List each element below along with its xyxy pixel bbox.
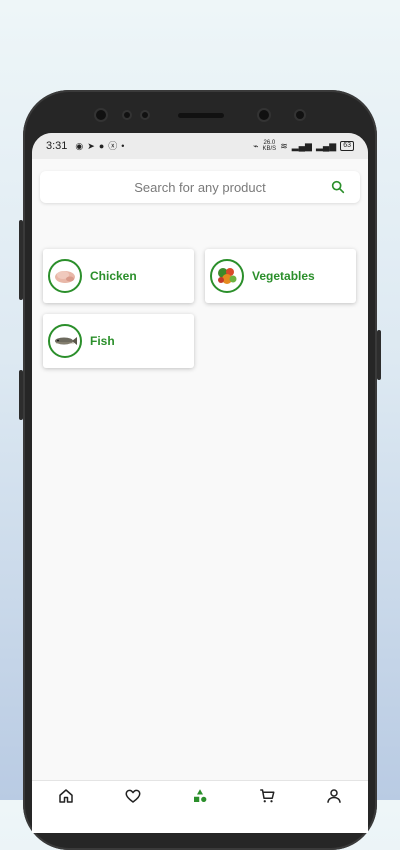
sensor: [142, 112, 148, 118]
profile-icon: [327, 789, 342, 803]
search-icon[interactable]: [330, 179, 346, 195]
signal-icon: ▂▄▆: [291, 140, 312, 151]
category-label: Fish: [90, 334, 115, 348]
home-icon: [58, 789, 73, 803]
category-card-chicken[interactable]: Chicken: [43, 249, 194, 303]
volume-button: [19, 220, 23, 300]
category-label: Vegetables: [252, 269, 315, 283]
fish-image: [48, 324, 82, 358]
power-button-left: [19, 370, 23, 420]
search-input[interactable]: [78, 178, 322, 196]
front-camera: [96, 110, 106, 120]
cart-icon: [260, 789, 275, 803]
app-screen: 3:31 ◉ ➤ ● ⓧ • ⌁ 26.0 KB/S ≋ ▂▄▆ ▂▄▆ 63: [32, 133, 368, 833]
signal-icon-2: ▂▄▆: [315, 140, 337, 151]
nav-profile[interactable]: [314, 781, 354, 807]
nav-home[interactable]: [46, 781, 86, 807]
search-bar[interactable]: [40, 171, 360, 203]
nav-cart[interactable]: [247, 781, 287, 807]
category-label: Chicken: [90, 269, 137, 283]
category-card-vegetables[interactable]: Vegetables: [205, 249, 356, 303]
side-button-right: [377, 330, 381, 380]
status-time: 3:31: [46, 140, 68, 152]
sensor: [124, 112, 130, 118]
nav-categories[interactable]: [180, 781, 220, 807]
earpiece-speaker: [178, 113, 224, 118]
categories-icon: [193, 789, 207, 802]
status-bar: 3:31 ◉ ➤ ● ⓧ • ⌁ 26.0 KB/S ≋ ▂▄▆ ▂▄▆ 63: [32, 133, 368, 159]
wifi-icon: ≋: [280, 140, 288, 151]
battery-indicator: 63: [340, 141, 354, 151]
nav-favorites[interactable]: [113, 781, 153, 807]
vibrate-icon: ⌁: [253, 140, 259, 151]
more-notifications-dot: •: [121, 140, 125, 151]
sensor: [296, 111, 304, 119]
network-speed: 26.0 KB/S: [262, 140, 277, 152]
vegetables-image: [210, 259, 244, 293]
bottom-navigation: [32, 780, 368, 833]
whatsapp-icon: ◉: [75, 140, 84, 151]
notification-icon: ⓧ: [108, 140, 118, 151]
heart-icon: [125, 789, 141, 803]
chicken-image: [48, 259, 82, 293]
category-card-fish[interactable]: Fish: [43, 314, 194, 368]
telegram-icon: ➤: [87, 140, 95, 151]
messenger-icon: ●: [98, 140, 105, 151]
front-camera-secondary: [259, 110, 269, 120]
